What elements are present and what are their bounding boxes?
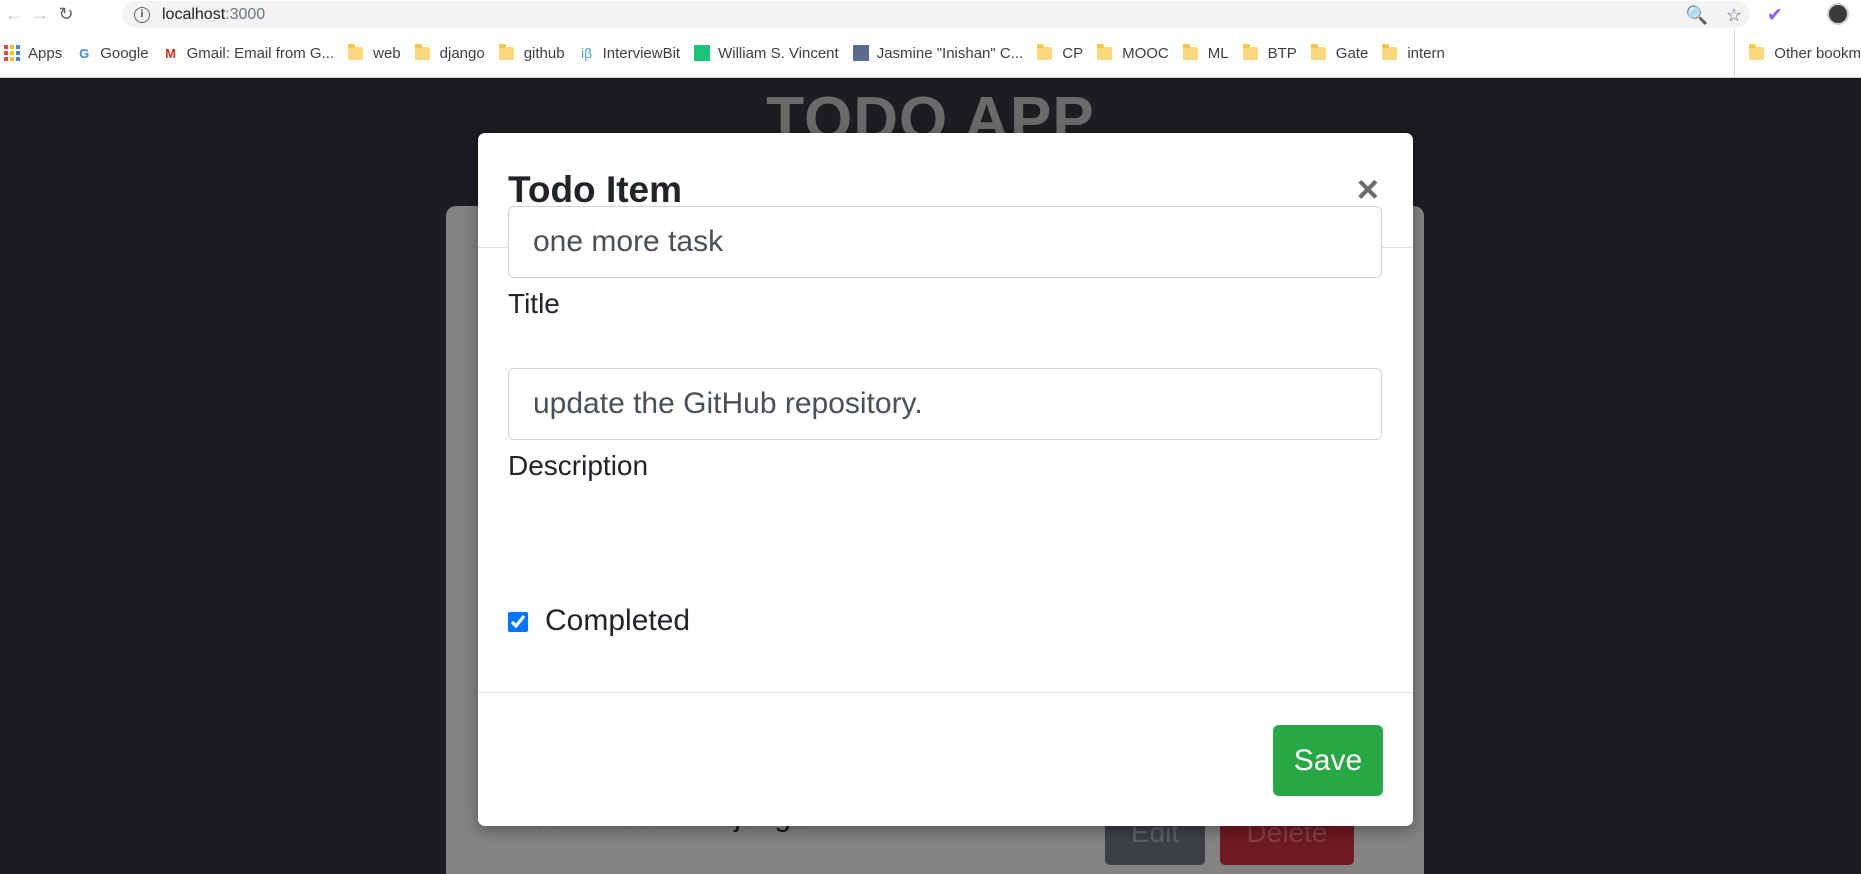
folder-icon: [1097, 43, 1113, 60]
folder-icon: [1749, 44, 1765, 60]
site-icon: [694, 45, 711, 61]
close-icon[interactable]: ×: [1357, 171, 1379, 209]
reload-icon[interactable]: ↻: [54, 3, 78, 27]
bookmark-web[interactable]: web: [348, 43, 401, 62]
title-input[interactable]: [508, 206, 1382, 278]
bookmark-github[interactable]: github: [498, 43, 565, 62]
bookmark-mooc[interactable]: MOOC: [1097, 43, 1169, 62]
modal-title: Todo Item: [508, 169, 683, 210]
description-label: Description: [508, 450, 649, 481]
bookmark-btp[interactable]: BTP: [1242, 43, 1297, 62]
bookmark-gate[interactable]: Gate: [1310, 43, 1368, 62]
folder-icon: [1310, 43, 1326, 60]
zoom-icon[interactable]: 🔍: [1685, 5, 1707, 26]
site-icon: [852, 45, 869, 61]
site-info-icon[interactable]: i: [134, 6, 150, 23]
extension-icon[interactable]: ✔: [1767, 4, 1783, 27]
folder-icon: [1182, 43, 1198, 60]
bookmark-google[interactable]: G Google: [76, 45, 148, 62]
bookmark-ml[interactable]: ML: [1182, 43, 1229, 62]
folder-icon: [1037, 43, 1053, 60]
google-icon: G: [79, 45, 90, 61]
url-text[interactable]: localhost:3000: [162, 6, 265, 24]
bookmark-apps[interactable]: Apps: [4, 45, 62, 62]
profile-avatar[interactable]: [1827, 3, 1849, 25]
bookmark-intern[interactable]: intern: [1382, 43, 1445, 62]
folder-icon: [414, 43, 430, 60]
folder-icon: [1382, 43, 1398, 60]
bookmark-interviewbit[interactable]: iβ InterviewBit: [579, 45, 680, 62]
bookmark-cp[interactable]: CP: [1037, 43, 1083, 62]
folder-icon: [348, 43, 364, 60]
bookmarks-bar: Apps G Google M Gmail: Email from G... w…: [0, 29, 1861, 78]
folder-icon: [498, 43, 514, 60]
completed-checkbox[interactable]: [508, 612, 528, 632]
bookmark-jasmine[interactable]: Jasmine "Inishan" C...: [852, 45, 1023, 62]
bookmark-william-vincent[interactable]: William S. Vincent: [694, 45, 839, 62]
description-input[interactable]: [508, 368, 1382, 440]
title-label: Title: [508, 288, 560, 319]
browser-toolbar: ← → ↻ i localhost:3000 🔍 ☆ ✔: [0, 0, 1861, 29]
gmail-icon: M: [165, 45, 176, 61]
todo-item-modal: Todo Item × Title Description Completed …: [478, 133, 1413, 826]
modal-body: Title Description Completed: [478, 206, 1413, 693]
back-icon[interactable]: ←: [2, 3, 26, 27]
other-bookmarks[interactable]: Other bookm: [1734, 29, 1861, 77]
completed-label: Completed: [545, 604, 691, 637]
bookmark-django[interactable]: django: [414, 43, 485, 62]
apps-grid-icon: [4, 45, 20, 61]
interviewbit-icon: iβ: [580, 45, 593, 61]
forward-icon[interactable]: →: [28, 3, 52, 27]
address-bar[interactable]: i localhost:3000 🔍 ☆: [122, 1, 1750, 28]
bookmark-star-icon[interactable]: ☆: [1726, 5, 1742, 26]
folder-icon: [1242, 43, 1258, 60]
save-button[interactable]: Save: [1273, 725, 1383, 796]
bookmark-gmail[interactable]: M Gmail: Email from G...: [163, 45, 334, 62]
